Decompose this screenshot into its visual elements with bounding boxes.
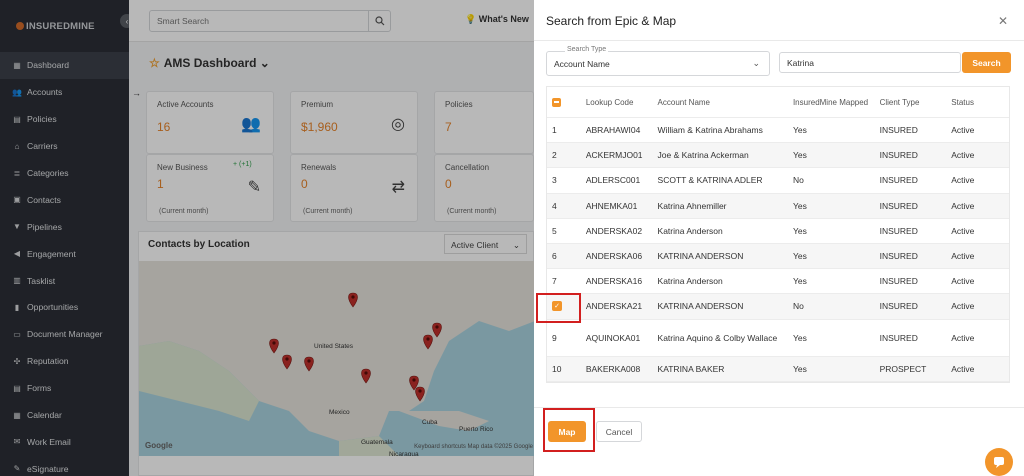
modal-title: Search from Epic & Map	[546, 14, 677, 28]
row-number: 6	[552, 251, 557, 262]
mapped-status: Yes	[792, 363, 807, 374]
status-cell: Active	[951, 251, 975, 262]
mapped-status: Yes	[792, 150, 807, 161]
mapped-status: Yes	[792, 225, 807, 236]
search-epic-modal: Search from Epic & Map ✕ Search Type Acc…	[534, 0, 1024, 476]
lookup-code: ANDERSKA02	[585, 225, 643, 236]
client-type: INSURED	[879, 225, 918, 236]
lookup-code: ANDERSKA16	[585, 276, 643, 287]
client-type: INSURED	[879, 301, 918, 312]
lookup-code: AHNEMKA01	[585, 200, 638, 211]
lookup-code: AQUINOKA01	[585, 332, 641, 343]
account-name: Katrina Anderson	[657, 276, 723, 287]
column-header: Status	[951, 97, 974, 107]
table-row[interactable]: 7 ANDERSKA16 Katrina Anderson Yes INSURED Act…	[547, 269, 1009, 295]
client-type: INSURED	[879, 125, 918, 136]
mapped-status: Yes	[792, 200, 807, 211]
table-header: Lookup Code Account Name InsuredMine Map…	[547, 87, 1009, 118]
account-name: Katrina Anderson	[657, 225, 723, 236]
table-row[interactable]: 1 ABRAHAWI04 William & Katrina Abrahams Yes…	[547, 118, 1009, 144]
highlight-selected-checkbox	[536, 293, 581, 323]
search-type-value: Account Name	[554, 59, 610, 69]
column-header: Lookup Code	[585, 97, 634, 107]
table-row[interactable]: 4 AHNEMKA01 Katrina Ahnemiller Yes INSURED Ac…	[547, 193, 1009, 219]
cancel-button[interactable]: Cancel	[596, 421, 642, 442]
select-all-checkbox[interactable]	[552, 97, 561, 107]
row-number: 9	[552, 332, 557, 343]
client-type: INSURED	[879, 251, 918, 262]
lookup-code: ACKERMJO01	[585, 150, 643, 161]
status-cell: Active	[951, 301, 975, 312]
lookup-code: BAKERKA008	[585, 363, 641, 374]
row-number: 10	[552, 363, 562, 374]
table-row[interactable]: 3 ADLERSC001 SCOTT & KATRINA ADLER No INSURE…	[547, 168, 1009, 194]
column-header: Account Name	[657, 97, 710, 107]
mapped-status: Yes	[792, 251, 807, 262]
table-row[interactable]: 10 BAKERKA008 KATRINA BAKER Yes PROSPECT Acti…	[547, 356, 1009, 382]
row-number: 7	[552, 276, 557, 287]
table-row[interactable]: ✓ ANDERSKA21 KATRINA ANDERSON No INSURED Acti…	[547, 294, 1009, 320]
mapped-status: Yes	[792, 276, 807, 287]
status-cell: Active	[951, 125, 975, 136]
highlight-map-button	[543, 408, 595, 452]
divider	[534, 407, 1024, 408]
mapped-status: Yes	[792, 125, 807, 136]
client-type: INSURED	[879, 200, 918, 211]
account-name: Joe & Katrina Ackerman	[657, 150, 749, 161]
lookup-code: ABRAHAWI04	[585, 125, 641, 136]
row-number: 1	[552, 125, 557, 136]
search-button[interactable]: Search	[962, 52, 1011, 73]
status-cell: Active	[951, 175, 975, 186]
account-name: KATRINA ANDERSON	[657, 251, 744, 262]
table-row[interactable]: 5 ANDERSKA02 Katrina Anderson Yes INSURED Act…	[547, 219, 1009, 244]
status-cell: Active	[951, 200, 975, 211]
account-name: William & Katrina Abrahams	[657, 125, 763, 136]
column-header: InsuredMine Mapped	[792, 97, 869, 107]
account-name: KATRINA BAKER	[657, 363, 725, 374]
status-cell: Active	[951, 225, 975, 236]
status-cell: Active	[951, 332, 975, 343]
table-row[interactable]: 9 AQUINOKA01 Katrina Aquino & Colby Wallac…	[547, 320, 1009, 357]
mapped-status: No	[792, 301, 804, 312]
mapped-status: Yes	[792, 332, 807, 343]
status-cell: Active	[951, 150, 975, 161]
client-type: INSURED	[879, 150, 918, 161]
status-cell: Active	[951, 276, 975, 287]
row-number: 4	[552, 200, 557, 211]
mapped-status: No	[792, 175, 804, 186]
client-type: INSURED	[879, 175, 918, 186]
row-number: 5	[552, 225, 557, 236]
chevron-down-icon: ⌄	[752, 58, 760, 68]
table-row[interactable]: 2 ACKERMJO01 Joe & Katrina Ackerman Yes INSU…	[547, 143, 1009, 169]
query-field	[779, 52, 961, 73]
client-type: INSURED	[879, 332, 918, 343]
close-icon[interactable]: ✕	[998, 14, 1008, 28]
client-type: PROSPECT	[879, 363, 927, 374]
chat-icon[interactable]	[985, 448, 1013, 476]
client-type: INSURED	[879, 276, 918, 287]
table-row[interactable]: 6 ANDERSKA06 KATRINA ANDERSON Yes INSURED Act…	[547, 243, 1009, 270]
lookup-code: ANDERSKA21	[585, 301, 643, 312]
account-name: KATRINA ANDERSON	[657, 301, 744, 312]
table-body: 1 ABRAHAWI04 William & Katrina Abrahams Yes…	[547, 118, 1009, 382]
account-name: Katrina Ahnemiller	[657, 200, 727, 211]
search-type-label: Search Type	[565, 46, 609, 53]
row-number: 2	[552, 150, 557, 161]
search-type-select[interactable]: Search Type Account Name ⌄	[546, 46, 770, 76]
modal-backdrop[interactable]	[0, 0, 534, 476]
row-number: 3	[552, 175, 557, 186]
results-table: Lookup Code Account Name InsuredMine Map…	[546, 86, 1010, 383]
column-header: Client Type	[879, 97, 920, 107]
account-name: SCOTT & KATRINA ADLER	[657, 175, 763, 186]
lookup-code: ADLERSC001	[585, 175, 641, 186]
select-all-cell	[547, 97, 586, 107]
status-cell: Active	[951, 363, 975, 374]
lookup-code: ANDERSKA06	[585, 251, 643, 262]
query-input[interactable]	[780, 53, 956, 72]
divider	[534, 40, 1024, 41]
account-name: Katrina Aquino & Colby Wallace	[657, 332, 778, 343]
